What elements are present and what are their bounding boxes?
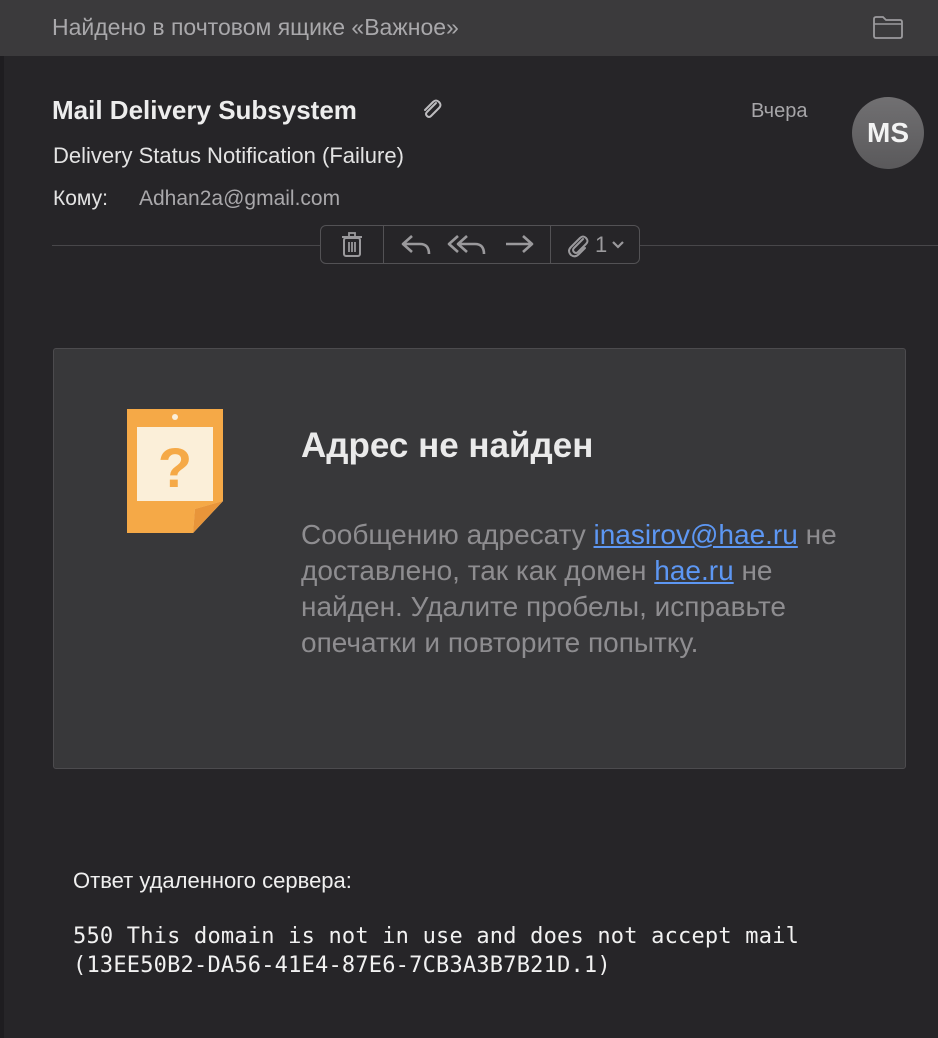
toolbar-group-attachments[interactable]: 1 [551,226,639,263]
sticky-note-question-icon: ? [127,409,225,533]
card-title: Адрес не найден [301,426,594,465]
chevron-down-icon[interactable] [611,226,625,263]
to-label: Кому: [53,187,108,210]
avatar: MS [852,97,924,169]
toolbar-group-delete [321,226,384,263]
message-date: Вчера [751,100,808,122]
forward-icon[interactable] [503,226,535,263]
attachment-count: 1 [595,231,608,257]
paperclip-icon[interactable] [565,226,591,263]
card-body: Сообщению адресату inasirov@hae.ru не до… [301,517,861,661]
server-reply-label: Ответ удаленного сервера: [73,868,352,893]
reply-icon[interactable] [400,226,432,263]
message-toolbar: 1 [320,225,640,264]
server-reply-text: 550 This domain is not in use and does n… [73,924,813,978]
paperclip-icon [418,95,444,123]
sender-name: Mail Delivery Subsystem [52,95,357,125]
recipient-link[interactable]: inasirov@hae.ru [594,519,798,550]
reply-all-icon[interactable] [447,226,487,263]
trash-icon[interactable] [341,226,363,263]
message-subject: Delivery Status Notification (Failure) [53,143,404,168]
toolbar-group-reply [384,226,552,263]
body-text-1: Сообщению адресату [301,519,594,550]
found-in-label: Найдено в почтовом ящике «Важное» [52,14,459,40]
to-address[interactable]: Adhan2a@gmail.com [139,187,340,211]
svg-text:?: ? [158,436,192,499]
mailbox-search-bar: Найдено в почтовом ящике «Важное» [0,0,938,56]
domain-link[interactable]: hae.ru [654,555,733,586]
pane-edge [0,56,4,1038]
folder-icon[interactable] [872,14,904,40]
delivery-failure-card: ? Адрес не найден Сообщению адресату ina… [53,348,906,769]
